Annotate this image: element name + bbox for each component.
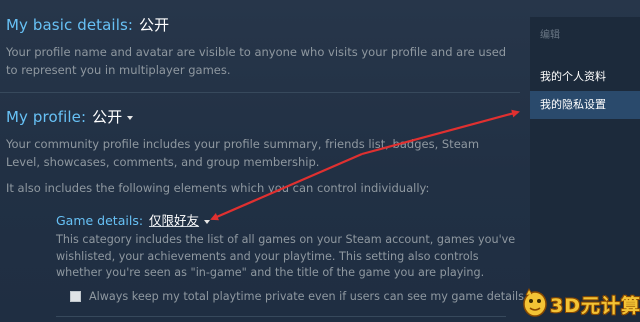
section-divider <box>0 92 520 93</box>
sidebar-header: 编辑 <box>540 30 560 41</box>
playtime-private-checkbox[interactable] <box>70 291 81 302</box>
section-divider <box>56 316 506 317</box>
sidebar-item-privacy-settings[interactable]: 我的隐私设置 <box>530 91 640 119</box>
chevron-down-icon <box>204 219 211 224</box>
profile-label: My profile: <box>6 108 87 126</box>
profile-edit-sidebar: 编辑 我的个人资料 我的隐私设置 <box>530 17 640 322</box>
basic-details-value: 公开 <box>139 16 170 34</box>
basic-details-label: My basic details: <box>6 16 134 34</box>
game-details-privacy-dropdown[interactable]: 仅限好友 <box>149 213 199 228</box>
sidebar-item-label: 我的隐私设置 <box>540 98 606 111</box>
game-details-heading: Game details: 仅限好友 <box>56 210 211 229</box>
basic-details-description: Your profile name and avatar are visible… <box>6 45 507 77</box>
game-details-description: This category includes the list of all g… <box>56 233 516 279</box>
sidebar-item-label: 我的个人资料 <box>540 70 606 83</box>
sidebar-item-my-profile[interactable]: 我的个人资料 <box>530 63 640 91</box>
profile-privacy-value: 公开 <box>92 108 123 126</box>
game-details-privacy-value: 仅限好友 <box>149 213 200 228</box>
profile-elements-intro: It also includes the following elements … <box>6 181 430 195</box>
basic-details-heading: My basic details: 公开 <box>6 14 169 35</box>
playtime-private-label: Always keep my total playtime private ev… <box>89 290 528 303</box>
chevron-down-icon <box>127 115 134 120</box>
mascot-icon <box>523 287 547 317</box>
profile-heading: My profile: 公开 <box>6 106 134 127</box>
game-details-label: Game details: <box>56 213 144 228</box>
profile-privacy-dropdown[interactable]: 公开 <box>92 108 134 126</box>
watermark-text: 3D元计算 <box>550 295 640 317</box>
profile-description: Your community profile includes your pro… <box>6 137 480 169</box>
privacy-settings-panel: My basic details: 公开 Your profile name an… <box>0 0 528 322</box>
watermark-logo: 3D元计算 <box>520 286 640 320</box>
playtime-private-option[interactable]: Always keep my total playtime private ev… <box>70 290 528 303</box>
